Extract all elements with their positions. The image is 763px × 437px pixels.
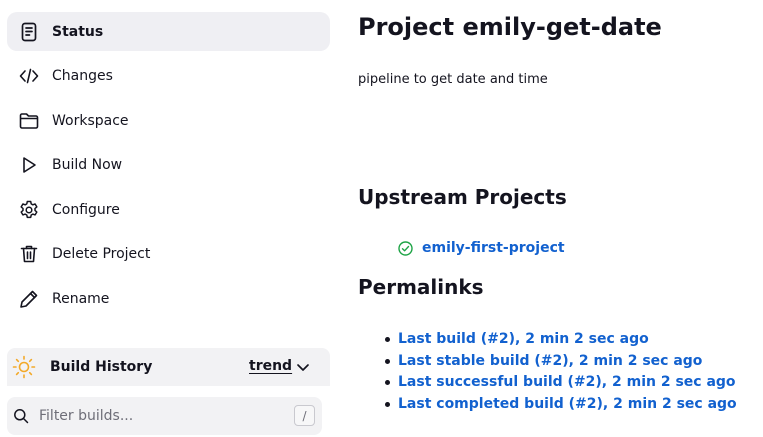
build-history-header: Build History trend xyxy=(7,348,330,386)
folder-icon xyxy=(18,110,40,132)
pencil-icon xyxy=(18,288,40,310)
permalink-last-completed-build[interactable]: Last completed build (#2), 2 min 2 sec a… xyxy=(398,396,737,412)
sidebar-item-label: Rename xyxy=(52,291,110,308)
status-document-icon xyxy=(18,21,40,43)
filter-builds-input[interactable] xyxy=(39,408,279,424)
upstream-project-item: emily-first-project xyxy=(398,240,565,256)
sidebar-item-label: Status xyxy=(52,23,104,40)
sidebar-item-status[interactable]: Status xyxy=(7,12,330,51)
sidebar-item-label: Changes xyxy=(52,68,113,85)
filter-builds-box: / xyxy=(7,397,322,435)
sidebar-item-label: Build Now xyxy=(52,157,123,174)
sidebar-item-workspace[interactable]: Workspace xyxy=(7,101,330,140)
sidebar-item-label: Workspace xyxy=(52,112,129,129)
list-item: Last completed build (#2), 2 min 2 sec a… xyxy=(385,394,737,416)
permalinks-list: Last build (#2), 2 min 2 sec ago Last st… xyxy=(385,329,737,415)
permalink-last-successful-build[interactable]: Last successful build (#2), 2 min 2 sec … xyxy=(398,374,736,390)
permalink-last-build[interactable]: Last build (#2), 2 min 2 sec ago xyxy=(398,331,649,347)
bullet xyxy=(385,358,390,364)
gear-icon xyxy=(18,199,40,221)
trash-icon xyxy=(18,243,40,265)
page-title: Project emily-get-date xyxy=(358,13,662,41)
sidebar-item-build-now[interactable]: Build Now xyxy=(7,146,330,185)
sidebar-item-rename[interactable]: Rename xyxy=(7,280,330,319)
list-item: Last build (#2), 2 min 2 sec ago xyxy=(385,329,737,351)
list-item: Last stable build (#2), 2 min 2 sec ago xyxy=(385,351,737,373)
search-icon xyxy=(13,408,29,424)
keyboard-shortcut-hint: / xyxy=(294,405,315,426)
permalink-last-stable-build[interactable]: Last stable build (#2), 2 min 2 sec ago xyxy=(398,353,702,369)
code-brackets-icon xyxy=(18,65,40,87)
success-check-icon xyxy=(398,240,413,256)
sidebar-item-label: Configure xyxy=(52,201,120,218)
sidebar-item-label: Delete Project xyxy=(52,246,151,263)
list-item: Last successful build (#2), 2 min 2 sec … xyxy=(385,372,737,394)
sidebar-item-configure[interactable]: Configure xyxy=(7,190,330,229)
chevron-down-icon[interactable] xyxy=(295,358,311,376)
project-description: pipeline to get date and time xyxy=(358,72,548,87)
play-icon xyxy=(18,154,40,176)
permalinks-heading: Permalinks xyxy=(358,275,484,299)
bullet xyxy=(385,401,390,407)
sidebar-item-delete-project[interactable]: Delete Project xyxy=(7,235,330,274)
sidebar-item-changes[interactable]: Changes xyxy=(7,57,330,96)
upstream-projects-heading: Upstream Projects xyxy=(358,185,567,209)
build-history-title: Build History xyxy=(50,359,153,375)
page: Status Changes Workspace Build Now Confi… xyxy=(0,0,763,437)
bullet xyxy=(385,337,390,342)
sun-weather-icon xyxy=(11,354,37,380)
upstream-project-link[interactable]: emily-first-project xyxy=(422,240,565,256)
trend-link[interactable]: trend xyxy=(249,358,292,374)
sidebar: Status Changes Workspace Build Now Confi… xyxy=(7,12,330,435)
bullet xyxy=(385,380,390,385)
